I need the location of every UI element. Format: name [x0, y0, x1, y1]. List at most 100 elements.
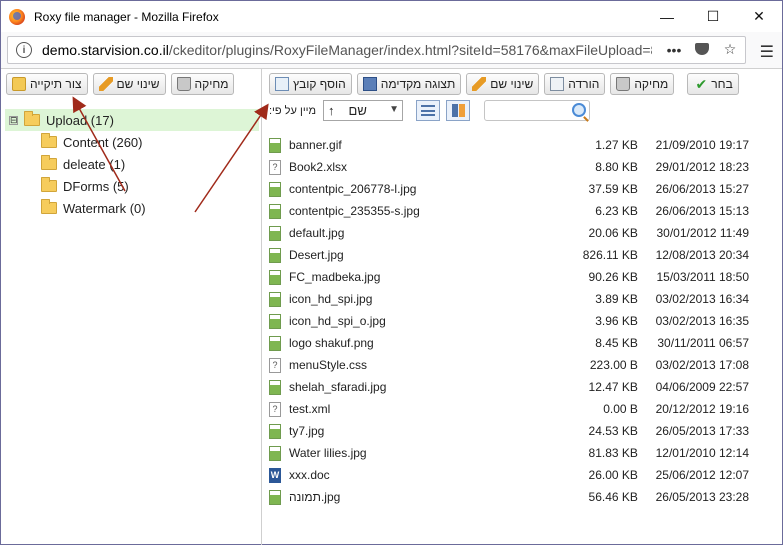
file-row[interactable]: contentpic_206778-l.jpg 37.59 KB 26/06/201…: [269, 178, 749, 200]
file-date: 12/01/2010 12:14: [655, 446, 750, 460]
image-file-icon: [269, 291, 281, 307]
file-date: 04/06/2009 22:57: [655, 380, 750, 394]
file-row[interactable]: ty7.jpg 24.53 KB 26/05/2013 17:33: [269, 420, 749, 442]
file-date: 03/02/2013 17:08: [655, 358, 750, 372]
image-file-icon: [269, 335, 281, 351]
folder-toolbar: צור תיקייה שינוי שם מחיקה: [6, 73, 235, 97]
new-folder-label: צור תיקייה: [30, 77, 82, 91]
rename-folder-button[interactable]: שינוי שם: [92, 73, 166, 95]
sort-direction-icon[interactable]: ↑: [328, 103, 335, 118]
sort-select[interactable]: ↑ שם ▼: [323, 100, 403, 121]
pocket-icon[interactable]: [693, 42, 711, 58]
url-text[interactable]: demo.starvision.co.il/ckeditor/plugins/R…: [42, 42, 652, 58]
new-folder-button[interactable]: צור תיקייה: [6, 73, 88, 95]
minimize-button[interactable]: —: [644, 1, 690, 32]
tree-item-content[interactable]: Content (260): [5, 131, 259, 153]
file-name: Book2.xlsx: [289, 160, 348, 174]
folder-icon: [41, 133, 57, 148]
file-name: test.xml: [289, 402, 331, 416]
address-actions: ••• ☆: [665, 41, 739, 58]
thumbnail-view-button[interactable]: [446, 100, 470, 121]
tree-item-label: Watermark (0): [63, 200, 146, 216]
tree-item-watermark[interactable]: Watermark (0): [5, 197, 259, 219]
file-row[interactable]: Water lilies.jpg 81.83 KB 12/01/2010 12:14: [269, 442, 749, 464]
delete-folder-button[interactable]: מחיקה: [170, 73, 235, 95]
file-size: 1.27 KB: [595, 138, 638, 152]
file-row[interactable]: ? test.xml 0.00 B 20/12/2012 19:16: [269, 398, 749, 420]
delete-file-button[interactable]: מחיקה: [610, 73, 675, 95]
file-date: 20/12/2012 19:16: [655, 402, 750, 416]
collapse-icon[interactable]: ⊟: [9, 115, 18, 125]
preview-icon: [362, 77, 377, 91]
download-button[interactable]: הורדה: [544, 73, 606, 95]
file-date: 30/01/2012 11:49: [656, 226, 750, 240]
rename-file-button[interactable]: שינוי שם: [466, 73, 540, 95]
folder-icon: [41, 155, 57, 170]
word-file-icon: W: [269, 467, 281, 483]
file-size: 8.45 KB: [595, 336, 638, 350]
search-input[interactable]: [484, 100, 590, 121]
info-icon[interactable]: i: [16, 42, 32, 58]
file-row[interactable]: FC_madbeka.jpg 90.26 KB 15/03/2011 18:50: [269, 266, 749, 288]
tree-item-label: Content (260): [63, 134, 143, 150]
firefox-icon: [9, 8, 25, 25]
image-file-icon: [269, 313, 281, 329]
file-date: 12/08/2013 20:34: [655, 248, 750, 262]
file-name: banner.gif: [289, 138, 342, 152]
download-label: הורדה: [568, 77, 600, 91]
file-size: 37.59 KB: [588, 182, 638, 196]
preview-button[interactable]: תצוגה מקדימה: [356, 73, 462, 95]
file-date: 21/09/2010 19:17: [655, 138, 750, 152]
file-date: 25/06/2012 12:07: [655, 468, 750, 482]
folder-pane: צור תיקייה שינוי שם מחיקה ⊟ Upload (17): [1, 69, 262, 545]
delete-file-label: מחיקה: [634, 77, 669, 91]
file-size: 3.89 KB: [595, 292, 638, 306]
tree-item-label: deleate (1): [63, 156, 126, 172]
folder-open-icon: [24, 111, 40, 126]
file-name: FC_madbeka.jpg: [289, 270, 381, 284]
hamburger-menu-icon[interactable]: ☰: [760, 42, 774, 62]
file-size: 81.83 KB: [588, 446, 638, 460]
file-row[interactable]: Wxxx.doc 26.00 KB 25/06/2012 12:07: [269, 464, 749, 486]
file-row[interactable]: icon_hd_spi_o.jpg 3.96 KB 03/02/2013 16:35: [269, 310, 749, 332]
tree-item-label: Upload (17): [46, 112, 114, 128]
file-row[interactable]: Desert.jpg 826.11 KB 12/08/2013 20:34: [269, 244, 749, 266]
file-row[interactable]: shelah_sfaradi.jpg 12.47 KB 04/06/2009 22:…: [269, 376, 749, 398]
tree-item-upload[interactable]: ⊟ Upload (17): [5, 109, 259, 131]
tree-item-dforms[interactable]: DForms (5): [5, 175, 259, 197]
image-file-icon: [269, 269, 281, 285]
file-size: 8.80 KB: [595, 160, 638, 174]
file-name: contentpic_235355-s.jpg: [289, 204, 420, 218]
file-row[interactable]: ? menuStyle.css 223.00 B 03/02/2013 17:08: [269, 354, 749, 376]
image-file-icon: [269, 181, 281, 197]
bookmark-star-icon[interactable]: ☆: [721, 41, 739, 58]
file-row[interactable]: ? Book2.xlsx 8.80 KB 29/01/2012 18:23: [269, 156, 749, 178]
add-file-button[interactable]: הוסף קובץ: [269, 73, 352, 95]
file-size: 56.46 KB: [588, 490, 638, 504]
folder-icon: [41, 177, 57, 192]
file-size: 24.53 KB: [588, 424, 638, 438]
maximize-button[interactable]: ☐: [690, 1, 736, 32]
pencil-icon: [472, 77, 487, 91]
file-date: 03/02/2013 16:34: [655, 292, 750, 306]
page-actions-icon[interactable]: •••: [665, 42, 683, 58]
select-button[interactable]: בחר ✔: [687, 73, 739, 95]
address-bar[interactable]: i demo.starvision.co.il/ckeditor/plugins…: [7, 36, 746, 64]
file-row[interactable]: logo shakuf.png 8.45 KB 30/11/2011 06:57: [269, 332, 749, 354]
chevron-down-icon: ▼: [389, 104, 399, 115]
file-row[interactable]: default.jpg 20.06 KB 30/01/2012 11:49: [269, 222, 749, 244]
file-name: shelah_sfaradi.jpg: [289, 380, 387, 394]
list-view-button[interactable]: [416, 100, 440, 121]
file-row[interactable]: banner.gif 1.27 KB 21/09/2010 19:17: [269, 134, 749, 156]
search-icon[interactable]: [572, 103, 586, 117]
file-date: 26/06/2013 15:27: [655, 182, 750, 196]
trash-icon: [176, 77, 191, 91]
close-button[interactable]: ✕: [736, 1, 782, 32]
image-file-icon: [269, 379, 281, 395]
file-row[interactable]: contentpic_235355-s.jpg 6.23 KB 26/06/2013…: [269, 200, 749, 222]
image-file-icon: [269, 423, 281, 439]
file-size: 826.11 KB: [582, 248, 638, 262]
file-row[interactable]: תמונה.jpg 56.46 KB 26/05/2013 23:28: [269, 486, 749, 508]
file-row[interactable]: icon_hd_spi.jpg 3.89 KB 03/02/2013 16:34: [269, 288, 749, 310]
tree-item-deleate[interactable]: deleate (1): [5, 153, 259, 175]
